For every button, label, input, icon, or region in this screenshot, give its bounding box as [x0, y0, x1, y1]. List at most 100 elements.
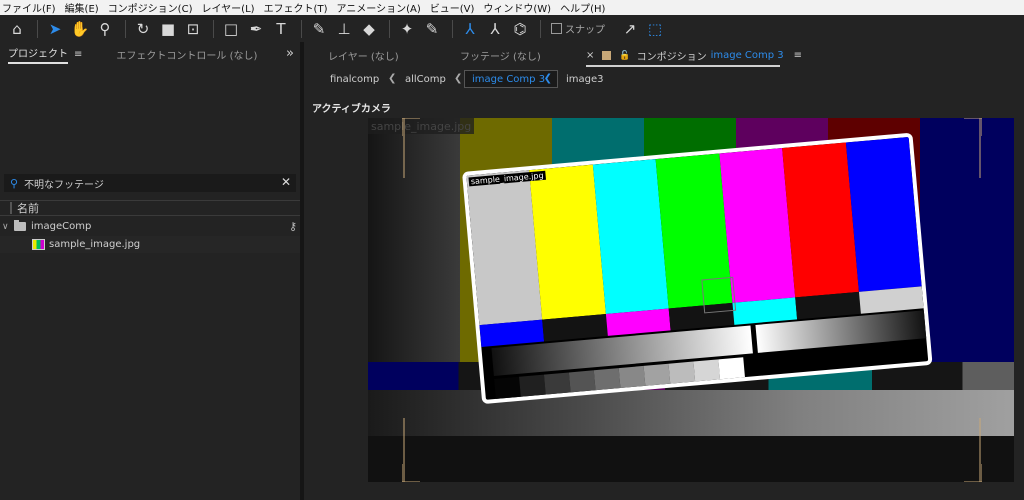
- view-axis-mode-icon[interactable]: ⌬: [509, 18, 531, 40]
- brush-tool-icon[interactable]: ✎: [308, 18, 330, 40]
- pen-tool-icon[interactable]: ✒: [245, 18, 267, 40]
- bar-gray: [858, 286, 924, 314]
- item-label: sample_image.jpg: [49, 239, 141, 250]
- tab-composition[interactable]: × 🔓 コンポジション image Comp 3 ≡: [586, 48, 802, 63]
- tab-effect-controls[interactable]: エフェクトコントロール (なし): [116, 47, 257, 62]
- breadcrumb-item[interactable]: allComp: [405, 74, 446, 85]
- zoom-tool-icon[interactable]: ⚲: [94, 18, 116, 40]
- bar-black: [542, 314, 608, 342]
- menu-view[interactable]: ビュー(V): [430, 0, 475, 15]
- selection-tool-icon[interactable]: ➤: [44, 18, 66, 40]
- column-header: 名前: [0, 200, 300, 216]
- toolbar-divider: [452, 19, 453, 38]
- rotate-tool-icon[interactable]: ↻: [132, 18, 154, 40]
- bar-blue: [479, 319, 545, 347]
- panel-menu-icon[interactable]: ≡: [794, 50, 802, 61]
- bg-bar: [368, 118, 460, 362]
- panel-menu-icon[interactable]: ≡: [74, 49, 82, 60]
- column-name[interactable]: 名前: [17, 200, 39, 216]
- toolbar-divider: [125, 19, 126, 38]
- home-icon[interactable]: ⌂: [6, 18, 28, 40]
- bg-bar: [920, 118, 1014, 362]
- menu-window[interactable]: ウィンドウ(W): [483, 0, 551, 15]
- list-item[interactable]: sample_image.jpg: [0, 236, 300, 253]
- gray-step: [543, 372, 571, 399]
- menu-animation[interactable]: アニメーション(A): [336, 0, 420, 15]
- snap-edges-icon[interactable]: ↗: [619, 18, 641, 40]
- active-tab-underline: [586, 65, 780, 67]
- folder-icon: [14, 220, 26, 231]
- search-icon[interactable]: ⚲: [10, 177, 18, 190]
- world-axis-mode-icon[interactable]: ⅄: [484, 18, 506, 40]
- lock-icon[interactable]: 🔓: [619, 51, 630, 61]
- image-layer[interactable]: sample_image.jpg: [462, 132, 933, 405]
- rectangle-tool-icon[interactable]: □: [220, 18, 242, 40]
- roto-brush-tool-icon[interactable]: ✦: [396, 18, 418, 40]
- list-item[interactable]: ∨ imageComp ⚷: [0, 218, 300, 235]
- tab-layer[interactable]: レイヤー (なし): [328, 48, 399, 63]
- toolbar-divider: [540, 19, 541, 38]
- breadcrumb-item[interactable]: image3: [566, 74, 604, 85]
- close-icon[interactable]: ×: [586, 50, 594, 61]
- menu-bar: ファイル(F) 編集(E) コンポジション(C) レイヤー(L) エフェクト(T…: [0, 0, 1024, 15]
- snap-checkbox[interactable]: [551, 23, 562, 34]
- bar-cyan: [732, 297, 798, 325]
- menu-effect[interactable]: エフェクト(T): [264, 0, 328, 15]
- breadcrumb-item-active[interactable]: image Comp 3 ❮: [464, 70, 558, 88]
- snap-label: スナップ: [565, 25, 605, 36]
- column-grip[interactable]: [10, 202, 12, 214]
- clone-stamp-tool-icon[interactable]: ⊥: [333, 18, 355, 40]
- flowchart-icon[interactable]: ⚷: [289, 220, 297, 233]
- gray-step: [593, 368, 621, 395]
- project-panel: プロジェクト ≡ エフェクトコントロール (なし) » ⚲ 不明なフッテージ ✕…: [0, 42, 300, 500]
- puppet-pin-tool-icon[interactable]: ✎: [421, 18, 443, 40]
- bar-black: [795, 291, 861, 320]
- breadcrumb-active-label: image Comp 3: [472, 74, 546, 85]
- project-search[interactable]: ⚲ 不明なフッテージ ✕: [4, 174, 296, 192]
- gray-step: [693, 359, 721, 386]
- gray-step: [718, 357, 746, 384]
- project-panel-tabs: プロジェクト ≡ エフェクトコントロール (なし) »: [0, 42, 300, 66]
- tab-footage[interactable]: フッテージ (なし): [460, 48, 541, 63]
- bar-blue: [845, 136, 922, 292]
- menu-help[interactable]: ヘルプ(H): [560, 0, 605, 15]
- snap-toggle[interactable]: スナップ: [551, 21, 605, 36]
- background-layer-label: sample_image.jpg: [368, 118, 475, 134]
- toolbar-divider: [213, 19, 214, 38]
- toolbar-divider: [37, 19, 38, 38]
- menu-edit[interactable]: 編集(E): [65, 0, 99, 15]
- bar-magenta: [605, 308, 671, 336]
- chevron-left-icon: ❮: [454, 73, 463, 84]
- snap-features-icon[interactable]: ⬚: [644, 18, 666, 40]
- search-input[interactable]: 不明なフッテージ: [24, 176, 104, 191]
- menu-layer[interactable]: レイヤー(L): [201, 0, 254, 15]
- toolbar-divider: [389, 19, 390, 38]
- type-tool-icon[interactable]: T: [270, 18, 292, 40]
- tab-project[interactable]: プロジェクト: [8, 45, 68, 64]
- menu-composition[interactable]: コンポジション(C): [108, 0, 193, 15]
- hand-tool-icon[interactable]: ✋: [69, 18, 91, 40]
- bg-row: [368, 390, 1014, 436]
- gray-step: [668, 361, 696, 388]
- chevron-left-icon: ❮: [388, 73, 397, 84]
- pan-behind-tool-icon[interactable]: ⊡: [182, 18, 204, 40]
- more-tabs-button[interactable]: »: [286, 46, 294, 61]
- bg-row: [368, 436, 1014, 482]
- menu-file[interactable]: ファイル(F): [2, 0, 56, 15]
- camera-tool-icon[interactable]: ■: [157, 18, 179, 40]
- clear-search-icon[interactable]: ✕: [281, 175, 291, 189]
- local-axis-mode-icon[interactable]: ⅄: [459, 18, 481, 40]
- gray-step: [494, 376, 522, 403]
- eraser-tool-icon[interactable]: ◆: [358, 18, 380, 40]
- anchor-point-box[interactable]: [701, 276, 737, 314]
- viewer-tabs: レイヤー (なし) フッテージ (なし) × 🔓 コンポジション image C…: [304, 42, 1024, 68]
- chevron-down-icon[interactable]: ∨: [2, 222, 14, 232]
- label-color-swatch[interactable]: [602, 51, 612, 60]
- gray-step: [519, 374, 547, 401]
- gray-step: [618, 365, 646, 392]
- breadcrumb-item[interactable]: finalcomp: [330, 74, 379, 85]
- item-label: imageComp: [31, 221, 92, 232]
- toolbar: ⌂ ➤ ✋ ⚲ ↻ ■ ⊡ □ ✒ T ✎ ⊥ ◆ ✦ ✎ ⅄ ⅄ ⌬ スナップ…: [0, 15, 1024, 42]
- tab-composition-name: image Comp 3: [710, 50, 784, 61]
- footage-icon: [32, 239, 45, 250]
